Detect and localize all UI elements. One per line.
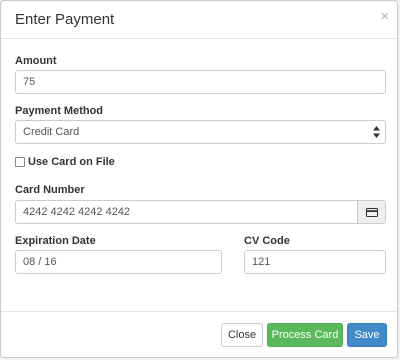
amount-input[interactable]: 75 [15, 70, 386, 94]
modal-header: Enter Payment × [1, 1, 397, 39]
payment-method-label: Payment Method [15, 105, 104, 117]
expiration-date-label: Expiration Date [15, 235, 96, 247]
modal-title: Enter Payment [15, 11, 115, 28]
payment-method-select[interactable]: Credit Card [15, 120, 386, 144]
credit-card-icon [366, 208, 378, 217]
use-card-on-file-row[interactable]: Use Card on File [15, 155, 115, 169]
use-card-on-file-label: Use Card on File [28, 156, 115, 168]
close-icon[interactable]: × [380, 9, 389, 24]
process-card-button[interactable]: Process Card [267, 323, 343, 347]
payment-modal: Enter Payment × Amount 75 Payment Method… [0, 0, 398, 358]
select-arrows-icon [373, 126, 380, 138]
use-card-on-file-checkbox[interactable] [15, 157, 25, 167]
amount-label: Amount [15, 55, 57, 67]
card-number-input[interactable]: 4242 4242 4242 4242 [15, 200, 358, 224]
cv-code-label: CV Code [244, 235, 290, 247]
cv-code-input[interactable]: 121 [244, 250, 386, 274]
expiration-date-input[interactable]: 08 / 16 [15, 250, 222, 274]
card-number-addon [358, 200, 386, 224]
payment-method-value: Credit Card [23, 126, 80, 138]
footer-divider [1, 311, 397, 312]
save-button[interactable]: Save [347, 323, 387, 347]
close-button[interactable]: Close [221, 323, 263, 347]
card-number-label: Card Number [15, 184, 85, 196]
